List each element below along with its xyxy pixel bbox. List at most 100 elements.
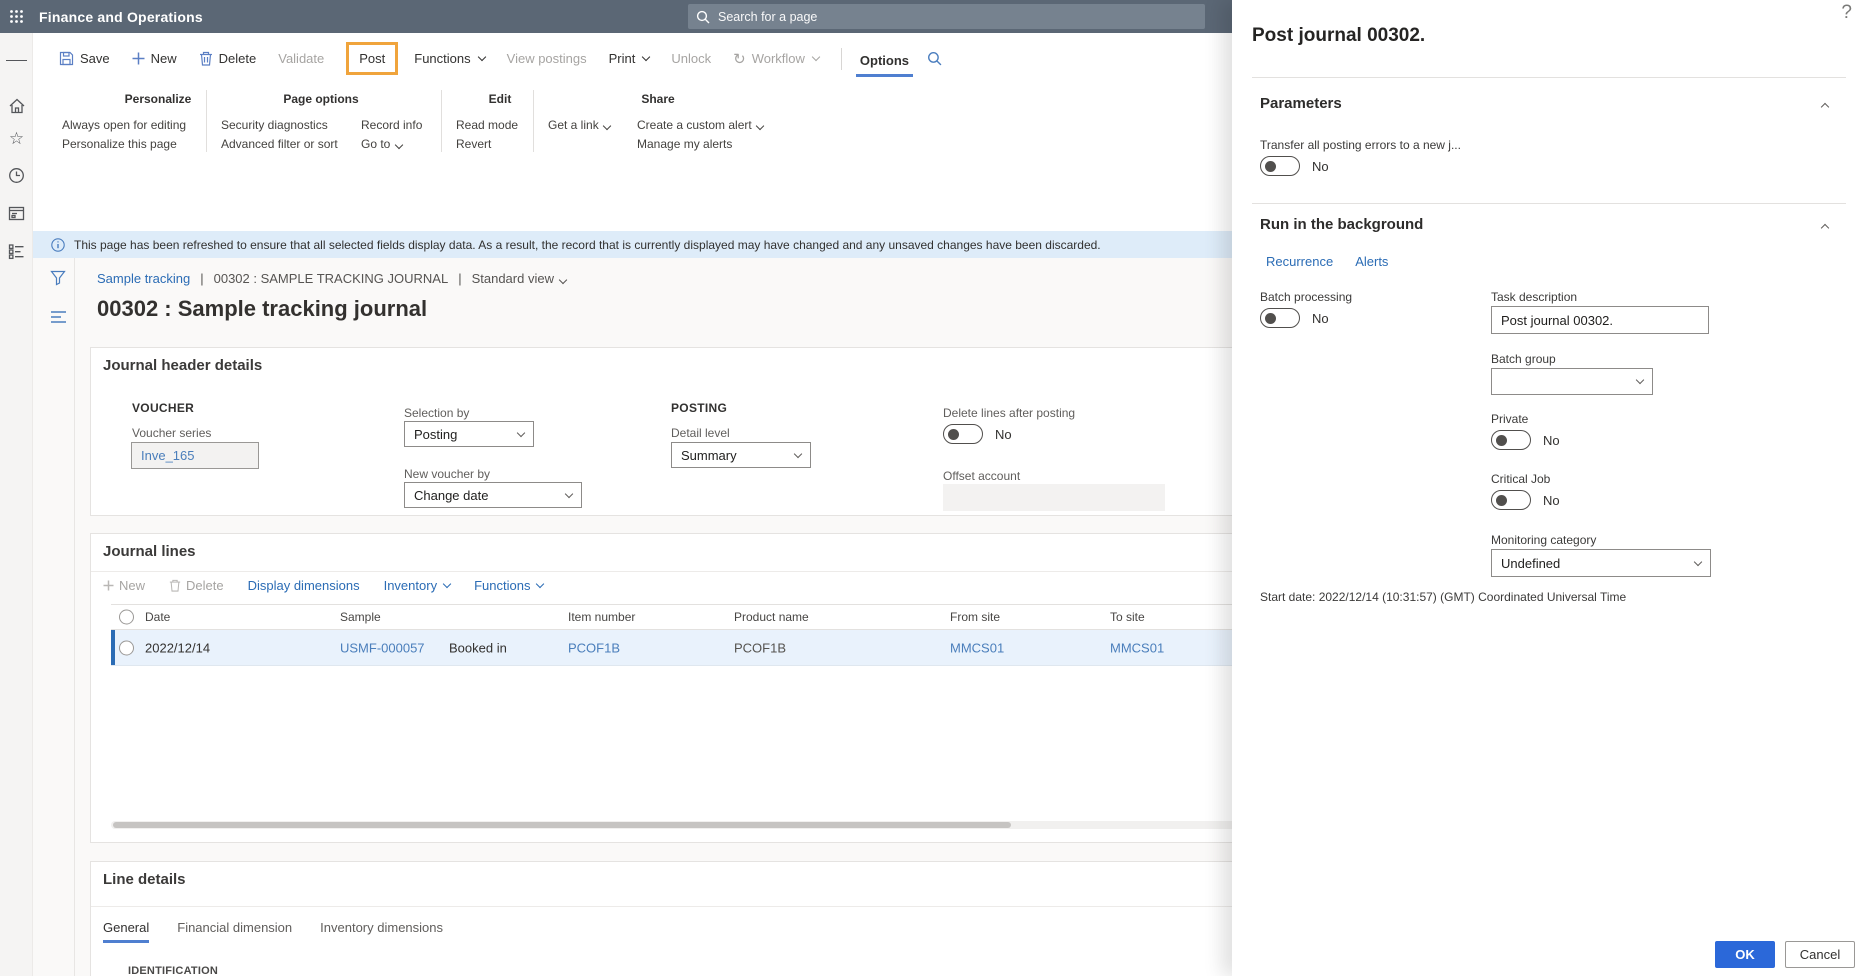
col-product-name[interactable]: Product name [734,610,809,624]
nav-hamburger-icon[interactable] [6,50,27,71]
card-divider [91,906,1249,907]
alerts-link[interactable]: Alerts [1355,254,1388,269]
manage-my-alerts[interactable]: Manage my alerts [637,137,732,151]
save-button[interactable]: Save [59,51,110,66]
home-icon[interactable] [6,95,27,116]
always-open-for-editing[interactable]: Always open for editing [62,118,186,132]
voucher-series-input[interactable]: Inve_165 [131,442,259,469]
post-journal-dialog: ? Post journal 00302. Parameters Transfe… [1232,0,1866,976]
validate-button[interactable]: Validate [278,51,324,66]
monitoring-category-select[interactable]: Undefined [1491,549,1711,577]
private-toggle[interactable] [1491,430,1531,450]
security-diagnostics[interactable]: Security diagnostics [221,118,328,132]
col-sample[interactable]: Sample [340,610,381,624]
tab-financial-dimension[interactable]: Financial dimension [177,920,292,943]
go-to-menu[interactable]: Go to [361,137,403,151]
new-button[interactable]: New [132,51,177,66]
journal-lines-title[interactable]: Journal lines [103,543,196,560]
show-list-icon[interactable] [50,310,67,324]
collapse-chevron-icon[interactable] [1820,102,1830,112]
recurrence-link[interactable]: Recurrence [1266,254,1333,269]
print-menu-button[interactable]: Print [609,51,651,66]
breadcrumb-link-sample-tracking[interactable]: Sample tracking [97,271,190,286]
workspace-icon[interactable] [6,203,27,224]
functions-lines-menu-button[interactable]: Functions [474,578,545,593]
row-radio[interactable] [119,640,134,655]
toolbar-find-icon[interactable] [927,51,942,66]
options-tab-selected[interactable]: Options [855,39,914,79]
revert[interactable]: Revert [456,137,491,151]
global-search[interactable] [688,4,1205,29]
batch-processing-toggle[interactable] [1260,308,1300,328]
favorites-star-icon[interactable]: ☆ [6,128,27,149]
chevron-down-icon [602,121,612,131]
tab-inventory-dimensions[interactable]: Inventory dimensions [320,920,443,943]
view-switcher[interactable]: Standard view [472,271,567,286]
personalize-this-page[interactable]: Personalize this page [62,137,177,151]
select-all-radio[interactable] [119,609,134,625]
search-input[interactable] [718,9,1138,24]
selection-by-select[interactable]: Posting [404,421,534,447]
col-date[interactable]: Date [145,610,170,624]
scrollbar-thumb[interactable] [113,822,1011,828]
lines-new-button[interactable]: New [103,578,145,593]
inventory-menu-button[interactable]: Inventory [384,578,452,593]
batch-processing-value: No [1312,310,1329,326]
lines-delete-button[interactable]: Delete [169,578,224,593]
action-pane: Save New Delete Validate Post Functions … [33,33,1232,84]
waffle-menu-icon[interactable] [0,0,33,33]
cancel-button[interactable]: Cancel [1785,941,1855,968]
recent-clock-icon[interactable] [6,165,27,186]
read-mode[interactable]: Read mode [456,118,518,132]
table-row-selected[interactable]: 2022/12/14 USMF-000057 Booked in PCOF1B … [111,630,1249,666]
cell-from-site-link[interactable]: MMCS01 [950,640,1004,655]
help-icon[interactable]: ? [1841,2,1852,24]
run-in-background-section-header[interactable]: Run in the background [1260,216,1423,233]
line-details-title[interactable]: Line details [103,871,186,888]
chevron-down-icon [564,489,574,498]
line-details-tabs: General Financial dimension Inventory di… [103,920,443,943]
functions-menu-button[interactable]: Functions [414,51,486,66]
batch-group-select[interactable] [1491,368,1653,395]
unlock-button[interactable]: Unlock [671,51,711,66]
ribbon-separator [441,90,442,152]
filter-pane-border [74,258,75,976]
cell-item-number-link[interactable]: PCOF1B [568,640,620,655]
tab-general[interactable]: General [103,920,150,943]
collapse-chevron-icon[interactable] [1820,223,1830,233]
delete-lines-toggle[interactable] [943,424,983,444]
create-a-custom-alert-menu[interactable]: Create a custom alert [637,118,765,132]
display-dimensions-button[interactable]: Display dimensions [248,578,360,593]
offset-account-input[interactable] [943,484,1165,511]
ribbon-separator [533,90,534,152]
ok-button[interactable]: OK [1715,941,1775,968]
col-item-number[interactable]: Item number [568,610,635,624]
chevron-down-icon [793,449,803,458]
ribbon-group-title: Personalize [124,92,192,106]
delete-button[interactable]: Delete [199,51,256,66]
col-from-site[interactable]: From site [950,610,1000,624]
transfer-errors-label: Transfer all posting errors to a new j..… [1260,138,1461,152]
get-a-link-menu[interactable]: Get a link [548,118,612,132]
col-to-site[interactable]: To site [1110,610,1145,624]
filter-funnel-icon[interactable] [50,270,66,286]
journal-header-details-title[interactable]: Journal header details [103,357,262,374]
left-nav-rail: ☆ [0,33,33,976]
transfer-errors-toggle[interactable] [1260,156,1300,176]
cell-to-site-link[interactable]: MMCS01 [1110,640,1164,655]
toolbar-separator [840,47,842,70]
cell-sample-link[interactable]: USMF-000057 [340,640,425,655]
parameters-section-header[interactable]: Parameters [1260,95,1342,112]
advanced-filter-or-sort[interactable]: Advanced filter or sort [221,137,338,151]
modules-list-icon[interactable] [6,241,27,262]
record-info[interactable]: Record info [361,118,422,132]
ribbon-group-title: Page options [283,92,359,106]
detail-level-select[interactable]: Summary [671,442,811,468]
ribbon-group-title: Share [641,92,675,106]
critical-job-toggle[interactable] [1491,490,1531,510]
new-voucher-by-select[interactable]: Change date [404,482,582,508]
task-description-input[interactable] [1491,306,1709,334]
workflow-menu-button[interactable]: ↻ Workflow [733,50,821,68]
view-postings-button[interactable]: View postings [507,51,587,66]
post-button-highlighted[interactable]: Post [346,42,399,75]
